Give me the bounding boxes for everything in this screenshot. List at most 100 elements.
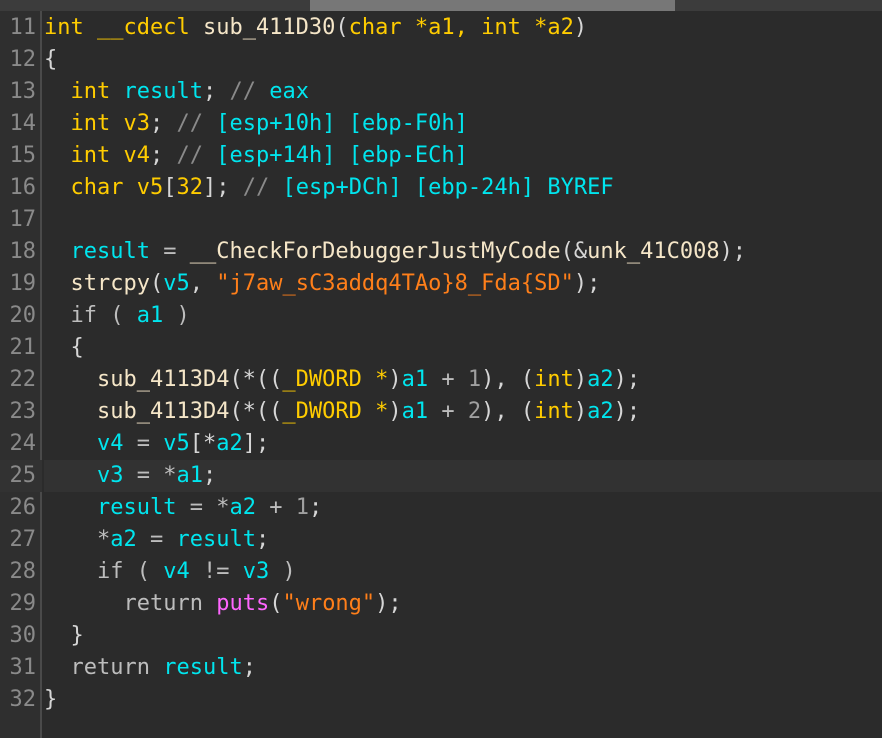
code-token-var: v3 — [242, 559, 270, 584]
code-token-cmtv: [esp+10h] [ebp-F0h] — [216, 111, 468, 136]
code-token-fn: sub_4113D4 — [96, 399, 230, 424]
code-token-var: a1 — [401, 399, 429, 424]
line-number: 31 — [9, 655, 37, 680]
line-number: 30 — [9, 623, 37, 648]
code-token-plain: if — [96, 559, 124, 584]
code-line[interactable]: int v4; // [esp+14h] [ebp-ECh] — [44, 140, 882, 172]
code-token-var: result — [176, 527, 256, 552]
line-number: 32 — [9, 687, 37, 712]
code-line[interactable]: v4 = v5[*a2]; — [44, 428, 882, 460]
code-token-kw: a1 — [428, 15, 455, 40]
line-number: 17 — [9, 207, 37, 232]
code-line[interactable]: return result; — [44, 652, 882, 684]
code-line[interactable]: int __cdecl sub_411D30(char *a1, int *a2… — [44, 12, 882, 44]
code-token-var: result — [70, 239, 150, 264]
code-token-var: v5 — [163, 431, 190, 456]
line-number: 15 — [9, 143, 37, 168]
code-token-punct: ( — [269, 591, 283, 616]
code-token-fn: __CheckForDebuggerJustMyCode — [189, 239, 561, 264]
code-token-str: "wrong" — [282, 591, 376, 616]
code-token-libfn: puts — [216, 591, 270, 616]
code-token-punct: ); — [375, 591, 402, 616]
code-token-cmt: // — [176, 143, 217, 168]
code-line[interactable]: } — [44, 684, 882, 716]
horizontal-scrollbar-thumb[interactable] — [310, 0, 675, 11]
code-line[interactable]: sub_4113D4(*((_DWORD *)a1 + 1), (int)a2)… — [44, 364, 882, 396]
code-token-var: v4 — [96, 431, 124, 456]
code-token-punct: ; — [242, 655, 256, 680]
code-token-kw: int — [70, 79, 111, 104]
code-token-cmt: // — [229, 79, 270, 104]
code-line[interactable]: result = *a2 + 1; — [44, 492, 882, 524]
code-token-punct: [ — [163, 175, 177, 200]
code-area[interactable]: 11 12 13 14 15 16 17 18 19 20 21 22 23 24 25 26 27 28 29 30… — [0, 11, 882, 738]
code-line[interactable]: result = __CheckForDebuggerJustMyCode(&u… — [44, 236, 882, 268]
code-line[interactable]: } — [44, 620, 882, 652]
code-token-cmt: // — [242, 175, 283, 200]
code-token-punct: ) — [573, 367, 588, 392]
code-line[interactable]: v3 = *a1; — [44, 460, 882, 492]
code-line[interactable]: { — [44, 44, 882, 76]
code-token-punct: ( — [335, 15, 349, 40]
code-token-punct: (*(( — [229, 399, 283, 424]
code-token-num: 2 — [467, 399, 482, 424]
code-token-kw: int — [44, 15, 97, 40]
code-token-kw: int — [481, 15, 535, 40]
line-number: 27 — [9, 527, 37, 552]
code-token-plain: return — [70, 655, 150, 680]
code-token-punct: ); — [613, 399, 641, 424]
code-line[interactable]: if ( a1 ) — [44, 300, 882, 332]
code-token-punct: ( — [149, 271, 164, 296]
code-token-punct: ; — [255, 527, 270, 552]
code-token-punct: } — [44, 687, 58, 712]
code-line[interactable]: if ( v4 != v3 ) — [44, 556, 882, 588]
code-token-plain: = — [123, 431, 164, 456]
line-number: 16 — [9, 175, 37, 200]
code-line[interactable]: return puts("wrong"); — [44, 588, 882, 620]
code-token-fn: sub_411D30 — [202, 15, 336, 40]
code-token-num: 1 — [295, 495, 309, 520]
code-token-plain: = * — [123, 463, 177, 488]
code-line[interactable]: strcpy(v5, "j7aw_sC3addq4TAo}8_Fda{SD"); — [44, 268, 882, 300]
code-line[interactable]: int result; // eax — [44, 76, 882, 108]
code-line[interactable]: *a2 = result; — [44, 524, 882, 556]
code-lines[interactable]: int __cdecl sub_411D30(char *a1, int *a2… — [44, 12, 882, 716]
line-number: 11 — [9, 15, 37, 40]
code-token-kw: int — [534, 399, 574, 424]
code-token-fn: strcpy — [70, 271, 150, 296]
code-token-var: a2 — [110, 527, 137, 552]
code-line[interactable] — [44, 204, 882, 236]
code-token-num: 1 — [467, 367, 482, 392]
horizontal-scrollbar-track[interactable] — [0, 0, 882, 11]
line-number: 14 — [9, 111, 37, 136]
code-token-fn: sub_4113D4 — [96, 367, 230, 392]
code-line[interactable]: int v3; // [esp+10h] [ebp-F0h] — [44, 108, 882, 140]
line-number: 19 — [9, 271, 37, 296]
code-token-punct: ); — [613, 367, 641, 392]
code-line[interactable]: char v5[32]; // [esp+DCh] [ebp-24h] BYRE… — [44, 172, 882, 204]
code-token-plain: * — [44, 527, 111, 552]
code-token-plain: = — [136, 527, 177, 552]
code-token-var: v3 — [96, 463, 124, 488]
code-token-punct: ); — [573, 271, 601, 296]
code-token-var: result — [96, 495, 177, 520]
code-line[interactable]: { — [44, 332, 882, 364]
code-token-cmtv: [esp+14h] [ebp-ECh] — [216, 143, 468, 168]
line-number: 20 — [9, 303, 37, 328]
code-token-plain: + — [428, 399, 468, 424]
code-token-punct: ; — [202, 79, 230, 104]
line-number: 18 — [9, 239, 37, 264]
code-line[interactable]: sub_4113D4(*((_DWORD *)a1 + 2), (int)a2)… — [44, 396, 882, 428]
code-token-punct: ; — [308, 495, 323, 520]
